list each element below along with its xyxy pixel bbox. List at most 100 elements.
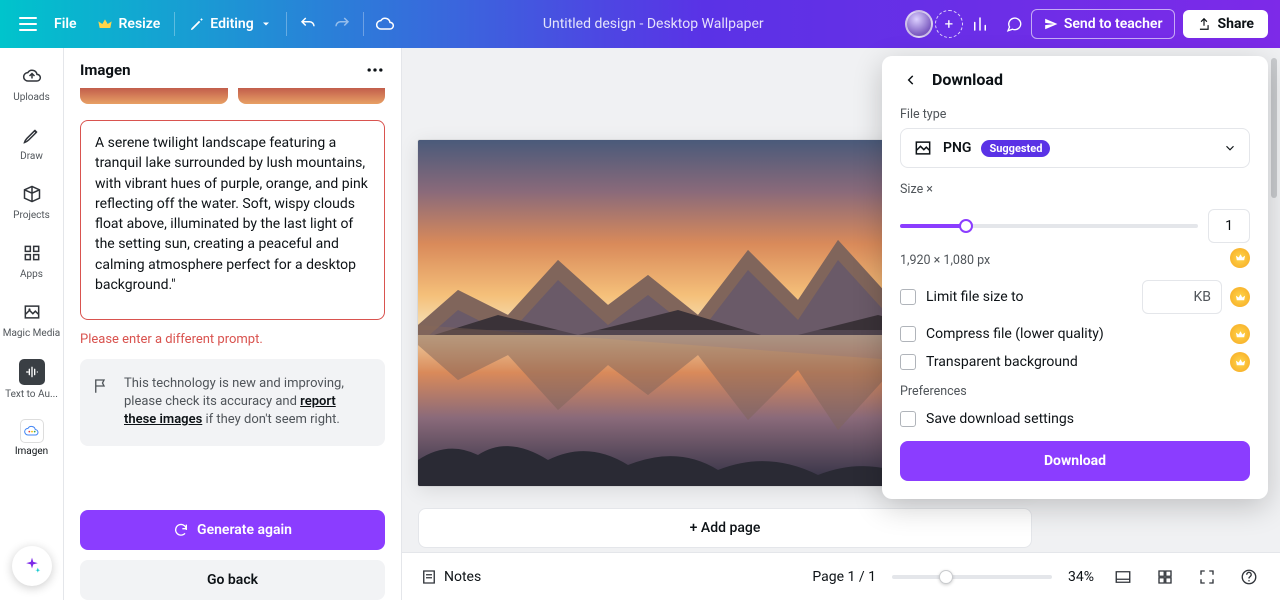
image-icon [913,138,933,158]
popover-title: Download [932,70,1003,89]
preferences-label: Preferences [900,384,1250,399]
more-icon[interactable] [365,60,385,80]
redo-button[interactable] [325,7,359,41]
file-type-select[interactable]: PNG Suggested [900,128,1250,168]
chevron-down-icon [260,18,272,30]
popover-back-button[interactable] [900,73,922,87]
chart-icon [971,15,989,33]
resize-label: Resize [119,16,161,32]
comment-button[interactable] [997,7,1031,41]
prompt-textarea[interactable]: A serene twilight landscape featuring a … [80,120,385,320]
send-label: Send to teacher [1064,16,1163,32]
share-label: Share [1217,16,1254,32]
add-collaborator-button[interactable]: + [935,10,963,38]
help-icon [1240,568,1258,586]
rail-uploads[interactable]: Uploads [0,58,63,109]
draw-icon [22,125,42,145]
rail-label: Text to Au... [5,389,58,400]
size-multiplier-input[interactable]: 1 [1208,209,1250,243]
prompt-error: Please enter a different prompt. [80,332,385,347]
refresh-icon [173,522,189,538]
user-avatar[interactable] [905,10,933,38]
rail-apps[interactable]: Apps [0,235,63,286]
grid-view-button[interactable] [1152,564,1178,590]
thumbnail[interactable] [238,88,386,104]
rail-projects[interactable]: Projects [0,176,63,227]
rail-text-to-audio[interactable]: Text to Au... [0,353,63,406]
tech-notice: This technology is new and improving, pl… [80,359,385,446]
hamburger-menu[interactable] [12,8,44,40]
imagen-panel: Imagen A serene twilight landscape featu… [64,48,402,600]
help-button[interactable] [1236,564,1262,590]
flag-icon [92,377,110,395]
file-menu[interactable]: File [44,10,87,38]
notes-label: Notes [444,569,481,585]
save-settings-checkbox[interactable] [900,411,916,427]
zoom-level[interactable]: 34% [1068,569,1094,585]
document-title[interactable]: Untitled design - Desktop Wallpaper [402,16,905,32]
audio-icon [24,364,40,380]
vertical-scrollbar[interactable] [1268,48,1280,552]
share-button[interactable]: Share [1183,10,1268,38]
limit-filesize-label: Limit file size to [926,289,1024,305]
fullscreen-button[interactable] [1194,564,1220,590]
projects-icon [22,184,42,204]
compress-checkbox[interactable] [900,326,916,342]
page-indicator[interactable]: Page 1 / 1 [812,569,876,585]
premium-badge [1230,248,1250,268]
notes-button[interactable]: Notes [420,568,481,586]
download-popover: Download File type PNG Suggested Size × … [882,56,1268,499]
size-slider[interactable] [900,224,1198,228]
left-rail: Uploads Draw Projects Apps Magic Media T… [0,48,64,600]
rail-draw[interactable]: Draw [0,117,63,168]
result-thumbnails [80,88,385,108]
cloud-sync-button[interactable] [368,7,402,41]
share-icon [1197,17,1211,31]
generate-again-button[interactable]: Generate again [80,510,385,550]
panel-title: Imagen [80,61,131,79]
notes-icon [420,568,438,586]
transparent-bg-checkbox[interactable] [900,354,916,370]
hamburger-icon [19,17,37,31]
transparent-bg-label: Transparent background [926,354,1078,370]
imagen-icon [24,425,40,437]
send-icon [1044,17,1058,31]
chevron-down-icon [1223,141,1237,155]
save-settings-label: Save download settings [926,411,1074,427]
rail-imagen[interactable]: Imagen [0,414,63,463]
rail-magic-media[interactable]: Magic Media [0,294,63,345]
top-bar: File Resize Editing Untitled design - De… [0,0,1280,48]
file-type-label: File type [900,107,1250,122]
add-page-button[interactable]: + Add page [418,508,1032,548]
size-label: Size × [900,182,1250,197]
notice-text: if they don't seem right. [202,412,340,427]
download-button[interactable]: Download [900,441,1250,481]
divider [363,12,364,36]
view-toggle-button[interactable] [1110,564,1136,590]
comment-icon [1005,15,1023,33]
undo-icon [299,15,317,33]
undo-button[interactable] [291,7,325,41]
uploads-icon [22,66,42,86]
filesize-input[interactable]: KB [1142,280,1222,314]
limit-filesize-checkbox[interactable] [900,289,916,305]
magic-assist-button[interactable] [12,546,52,586]
premium-badge [1230,287,1250,307]
editing-mode-dropdown[interactable]: Editing [179,10,281,38]
pencil-icon [189,17,204,32]
grid-icon [1156,568,1174,586]
insights-button[interactable] [963,7,997,41]
resize-button[interactable]: Resize [87,10,171,38]
go-back-button[interactable]: Go back [80,560,385,600]
send-to-teacher-button[interactable]: Send to teacher [1031,9,1176,39]
thumbnail[interactable] [80,88,228,104]
view-icon [1114,568,1132,586]
chevron-left-icon [904,73,918,87]
compress-label: Compress file (lower quality) [926,326,1104,342]
divider [286,12,287,36]
suggested-badge: Suggested [981,140,1050,157]
zoom-slider[interactable] [892,575,1052,579]
redo-icon [333,15,351,33]
divider [174,12,175,36]
premium-badge [1230,352,1250,372]
